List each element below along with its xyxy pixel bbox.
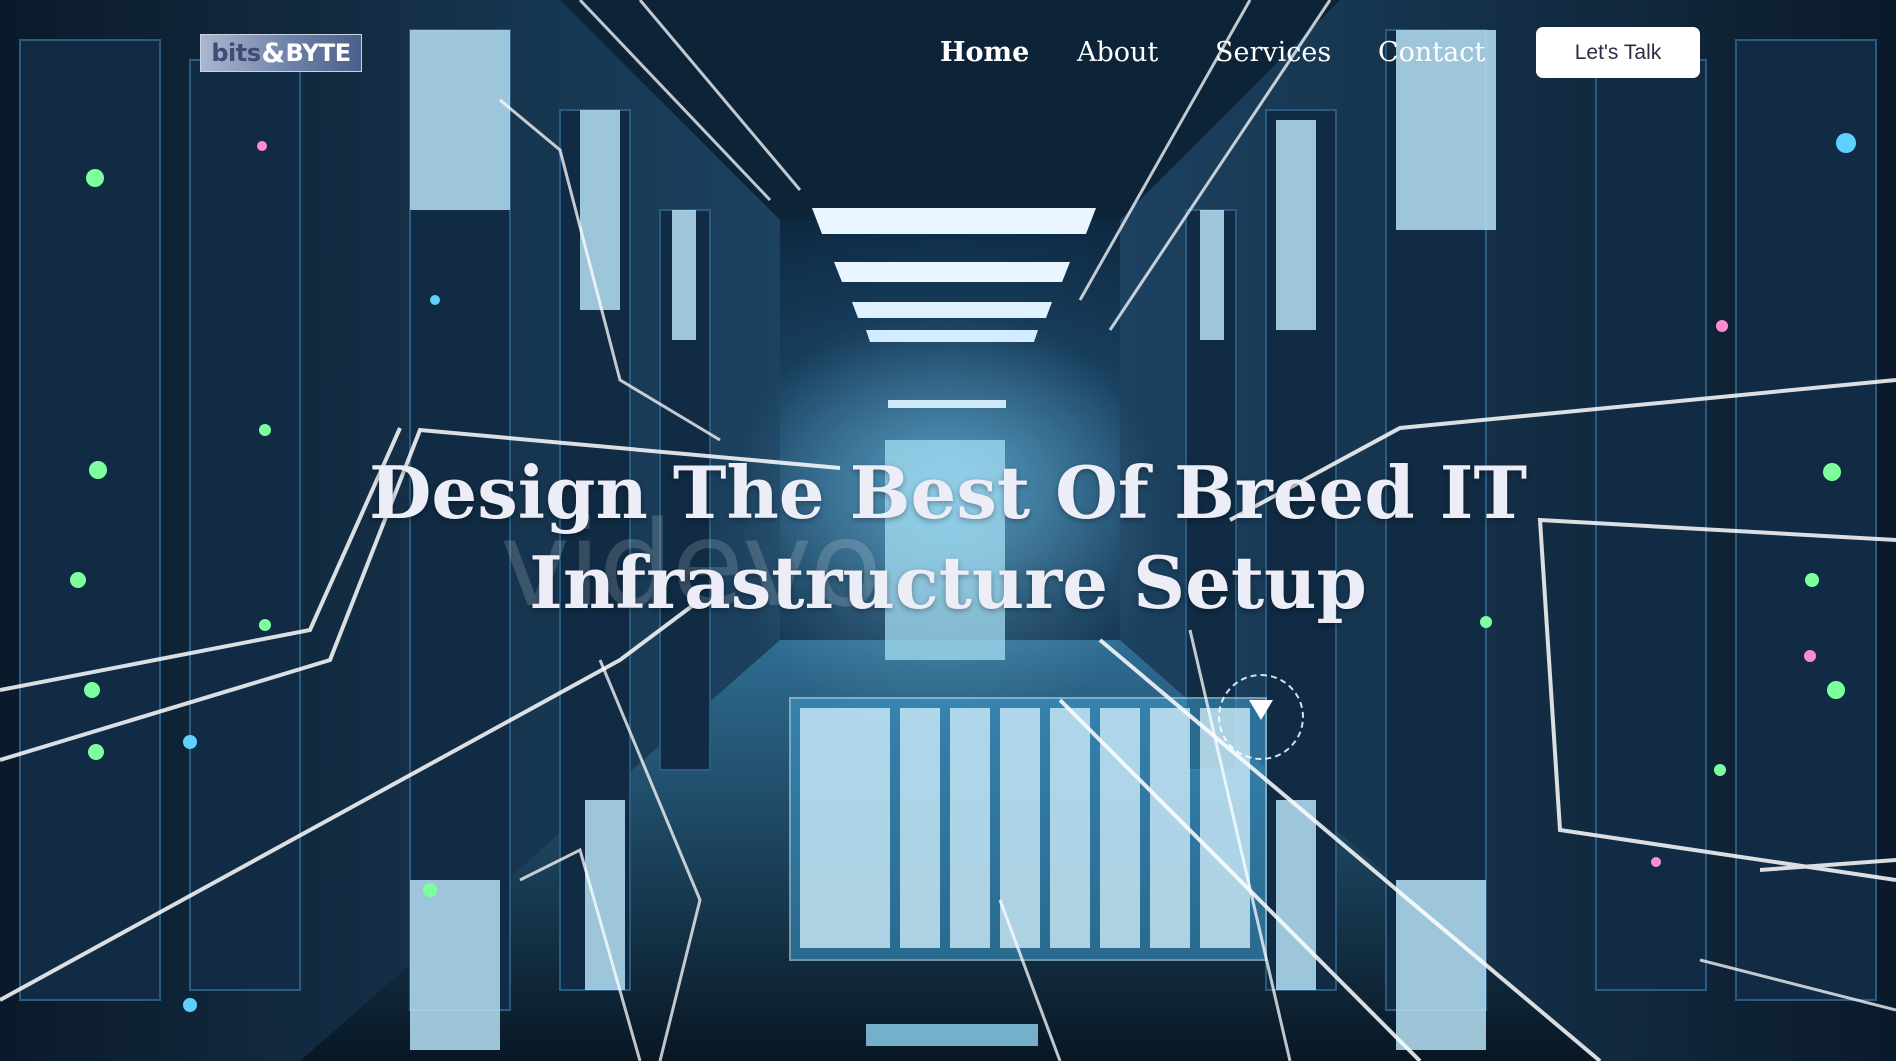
play-circle-icon[interactable] (1218, 674, 1304, 760)
brand-logo[interactable]: bits & BYTE (200, 34, 362, 72)
top-navigation: bits & BYTE Home About Services Contact … (0, 0, 1896, 110)
hero-headline-line-2: Infrastructure Setup (529, 540, 1367, 625)
nav-link-services[interactable]: Services (1215, 36, 1331, 70)
logo-text-byte: BYTE (285, 39, 352, 67)
nav-link-contact[interactable]: Contact (1378, 36, 1485, 70)
nav-link-home[interactable]: Home (940, 36, 1029, 70)
hero-section: videvo bits & BYTE Home About Services C… (0, 0, 1896, 1061)
play-triangle-icon (1249, 700, 1273, 720)
logo-text-bits: bits (211, 39, 261, 67)
hero-headline: Design The Best Of Breed IT Infrastructu… (348, 448, 1548, 628)
nav-link-about[interactable]: About (1077, 36, 1158, 70)
logo-ampersand: & (261, 37, 286, 69)
hero-headline-line-1: Design The Best Of Breed IT (368, 450, 1528, 535)
lets-talk-button[interactable]: Let's Talk (1536, 27, 1700, 78)
